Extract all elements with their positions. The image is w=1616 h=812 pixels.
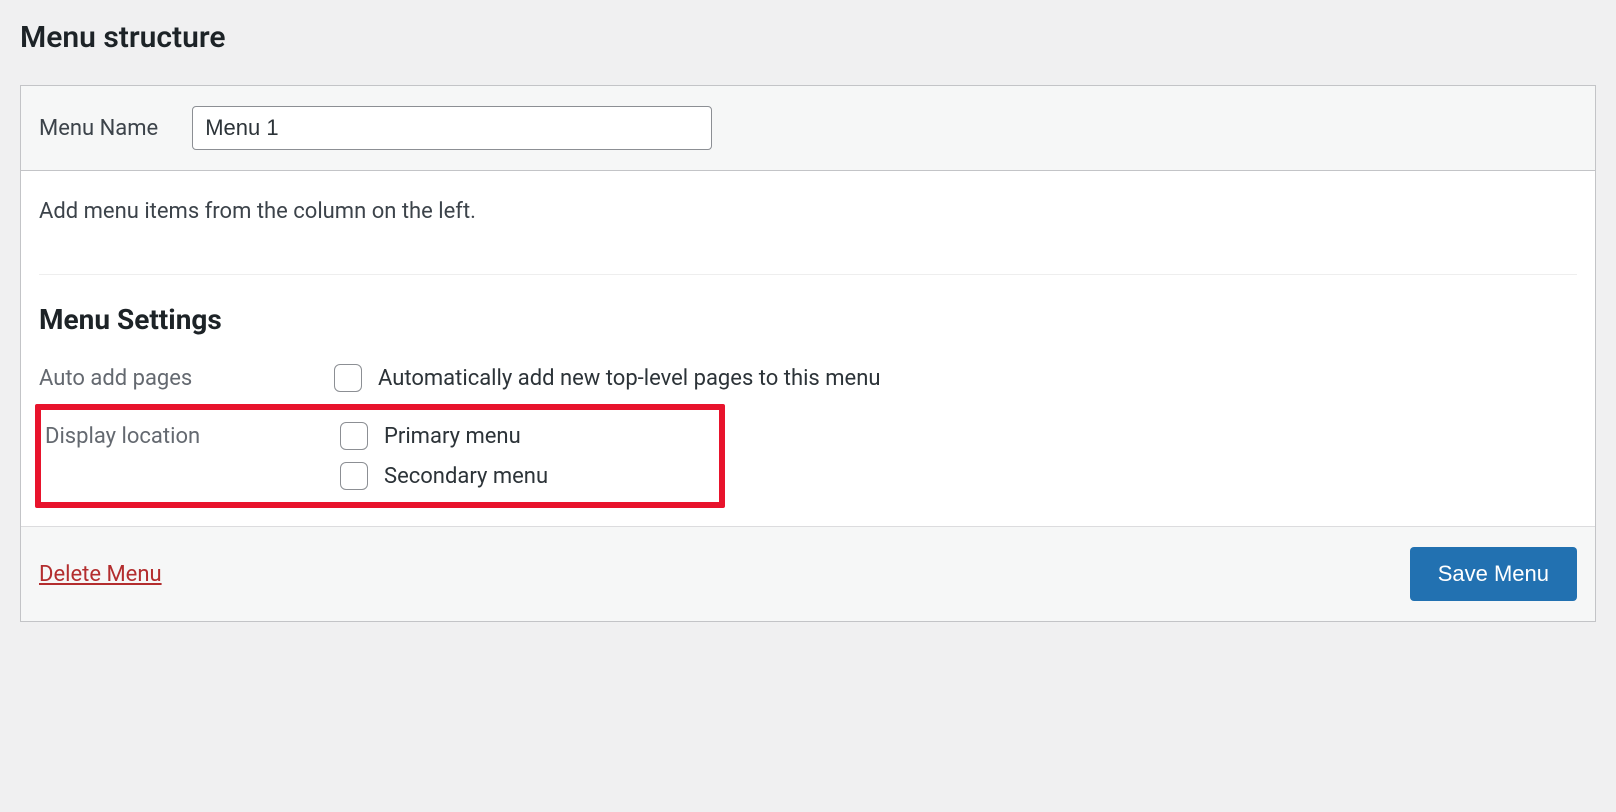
panel-header: Menu Name	[21, 86, 1595, 171]
page-title: Menu structure	[20, 20, 1596, 55]
panel-footer: Delete Menu Save Menu	[21, 526, 1595, 621]
menu-structure-panel: Menu Name Add menu items from the column…	[20, 85, 1596, 622]
menu-name-input[interactable]	[192, 106, 712, 150]
display-location-options: Primary menu Secondary menu	[340, 422, 548, 490]
secondary-menu-option: Secondary menu	[340, 462, 548, 490]
primary-menu-option: Primary menu	[340, 422, 548, 450]
secondary-menu-checkbox[interactable]	[340, 462, 368, 490]
auto-add-pages-option: Automatically add new top-level pages to…	[334, 364, 880, 392]
primary-menu-checkbox[interactable]	[340, 422, 368, 450]
divider	[39, 274, 1577, 275]
display-location-row: Display location Primary menu Secondary …	[45, 420, 715, 492]
auto-add-pages-label: Auto add pages	[39, 364, 334, 391]
auto-add-pages-options: Automatically add new top-level pages to…	[334, 364, 880, 392]
panel-body: Add menu items from the column on the le…	[21, 171, 1595, 526]
menu-settings-title: Menu Settings	[39, 303, 1577, 336]
display-location-label: Display location	[45, 422, 340, 449]
auto-add-pages-row: Auto add pages Automatically add new top…	[39, 362, 1577, 394]
menu-name-label: Menu Name	[39, 116, 158, 141]
help-text: Add menu items from the column on the le…	[39, 199, 1577, 224]
save-menu-button[interactable]: Save Menu	[1410, 547, 1577, 601]
auto-add-pages-checkbox[interactable]	[334, 364, 362, 392]
primary-menu-checkbox-label: Primary menu	[384, 424, 521, 449]
display-location-highlight: Display location Primary menu Secondary …	[35, 404, 725, 508]
auto-add-pages-checkbox-label: Automatically add new top-level pages to…	[378, 366, 880, 391]
secondary-menu-checkbox-label: Secondary menu	[384, 464, 548, 489]
delete-menu-link[interactable]: Delete Menu	[39, 562, 162, 587]
